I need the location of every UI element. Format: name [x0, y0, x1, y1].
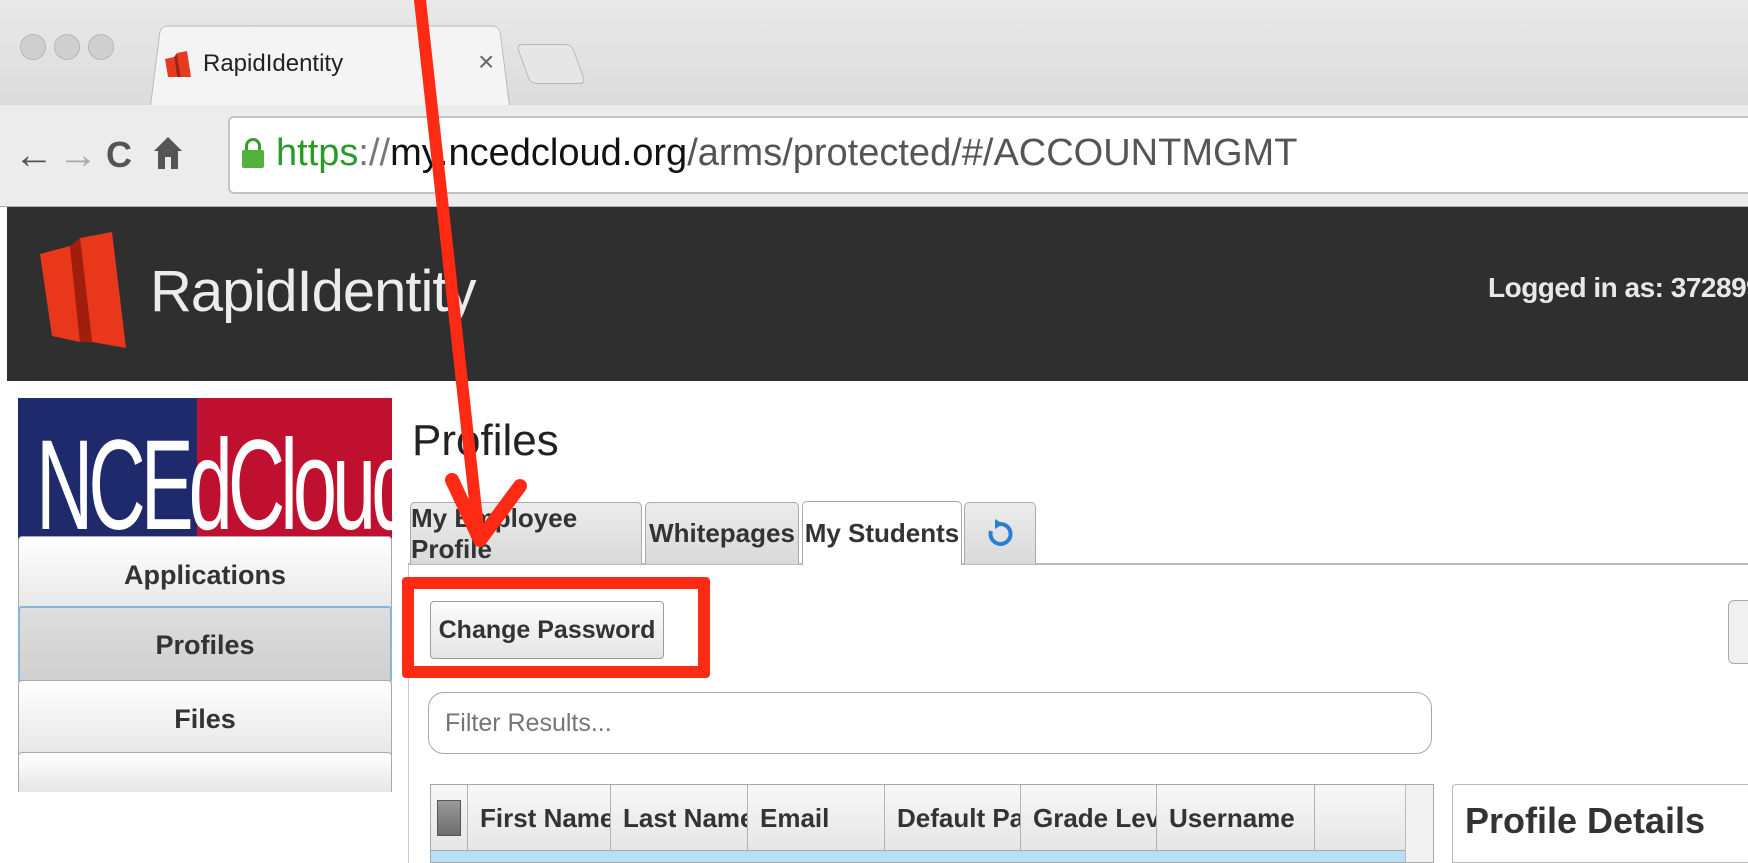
- profile-details-title: Profile Details: [1465, 800, 1706, 841]
- column-grade-level[interactable]: Grade Level: [1021, 785, 1157, 851]
- url-host: my.ncedcloud.org: [390, 132, 688, 174]
- url-text[interactable]: https://my.ncedcloud.org/arms/protected/…: [276, 132, 1297, 175]
- rapididentity-favicon-icon: [165, 51, 195, 77]
- logged-in-user: Logged in as: 372899422: [1488, 272, 1748, 303]
- tab-close-icon[interactable]: ×: [478, 46, 494, 78]
- window-close-dot[interactable]: [20, 34, 46, 60]
- column-first-name[interactable]: First Name: [468, 785, 611, 851]
- tab-my-students[interactable]: My Students: [802, 501, 962, 565]
- column-last-name[interactable]: Last Name: [611, 785, 748, 851]
- sidebar-item-next[interactable]: [18, 752, 392, 792]
- ncedcloud-logo-text: NCEdCloud: [36, 414, 392, 557]
- reload-icon[interactable]: C: [106, 135, 132, 175]
- tab-whitepages[interactable]: Whitepages: [645, 502, 799, 564]
- sidebar-item-profiles[interactable]: Profiles: [18, 606, 392, 684]
- sidebar-item-files[interactable]: Files: [18, 680, 392, 758]
- home-icon[interactable]: [152, 135, 184, 178]
- annotation-highlight-box: [402, 577, 710, 678]
- window-minimize-dot[interactable]: [54, 34, 80, 60]
- sidebar-item-applications[interactable]: Applications: [18, 536, 392, 614]
- tab-my-employee-profile[interactable]: My Employee Profile: [410, 502, 642, 564]
- grid-header: First Name Last Name Email Default Passw…: [431, 785, 1433, 851]
- back-arrow-icon[interactable]: ←: [14, 135, 54, 175]
- students-grid: First Name Last Name Email Default Passw…: [430, 784, 1434, 863]
- browser-tab-content: RapidIdentity: [165, 44, 343, 84]
- app-name: RapidIdentity: [150, 259, 477, 324]
- url-scheme: https: [276, 132, 359, 174]
- select-all-checkbox[interactable]: [437, 800, 461, 836]
- select-all-cell[interactable]: [431, 785, 468, 851]
- refresh-icon: [987, 518, 1013, 549]
- right-edge-button[interactable]: [1728, 600, 1748, 664]
- browser-tab-title: RapidIdentity: [203, 50, 344, 77]
- grid-scrollbar[interactable]: [1405, 785, 1433, 862]
- column-email[interactable]: Email: [748, 785, 885, 851]
- table-row[interactable]: [431, 851, 1433, 862]
- column-username[interactable]: Username: [1157, 785, 1315, 851]
- rapididentity-logo-icon: [40, 232, 130, 352]
- url-path: /arms/protected/#/ACCOUNTMGMT: [687, 132, 1298, 174]
- forward-arrow-icon[interactable]: →: [58, 135, 98, 175]
- window-zoom-dot[interactable]: [88, 34, 114, 60]
- tab-refresh[interactable]: [964, 502, 1036, 564]
- column-default-password[interactable]: Default Password: [885, 785, 1021, 851]
- lock-icon: [242, 138, 264, 168]
- page-title: Profiles: [412, 416, 559, 465]
- url-separator: ://: [358, 132, 391, 174]
- filter-results-input[interactable]: [428, 692, 1432, 754]
